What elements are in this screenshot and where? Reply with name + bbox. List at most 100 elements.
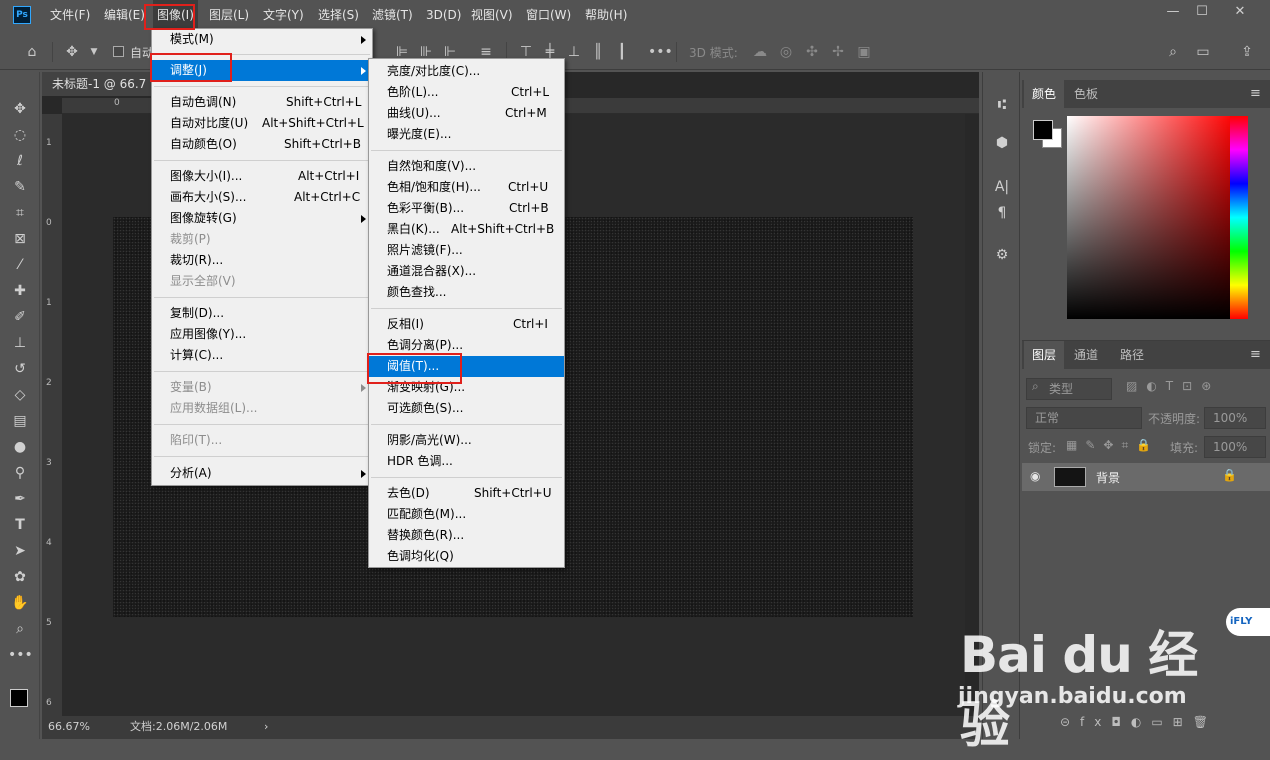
menu-edit[interactable]: 编辑(E)	[100, 0, 149, 30]
move-tool-icon[interactable]: ✥	[8, 98, 32, 120]
visibility-eye-icon[interactable]: ◉	[1030, 469, 1040, 483]
3d-scale-icon[interactable]: ▣	[854, 42, 874, 62]
pen-tool-icon[interactable]: ✒	[8, 488, 32, 510]
dodge-tool-icon[interactable]: ⚲	[8, 462, 32, 484]
menu-item-equalize[interactable]: 色调均化(Q)	[369, 546, 564, 567]
menu-3d[interactable]: 3D(D)	[422, 0, 465, 30]
menu-window[interactable]: 窗口(W)	[522, 0, 575, 30]
menu-item-replace-color[interactable]: 替换颜色(R)...	[369, 525, 564, 546]
menu-file[interactable]: 文件(F)	[46, 0, 94, 30]
workspace-icon[interactable]: ▭	[1193, 42, 1213, 62]
fill-input[interactable]: 100%	[1204, 436, 1266, 458]
menu-item-levels[interactable]: 色阶(L)... Ctrl+L	[369, 82, 564, 103]
color-field[interactable]	[1067, 116, 1235, 319]
3d-roll-icon[interactable]: ◎	[776, 42, 796, 62]
menu-item-vibrance[interactable]: 自然饱和度(V)...	[369, 156, 564, 177]
search-icon[interactable]: ⌕	[1163, 42, 1183, 62]
menu-item-mode[interactable]: 模式(M)	[152, 29, 372, 50]
lasso-tool-icon[interactable]: ℓ	[8, 150, 32, 172]
menu-item-trim[interactable]: 裁切(R)...	[152, 250, 372, 271]
minimize-icon[interactable]: —	[1161, 2, 1185, 22]
healing-tool-icon[interactable]: ✚	[8, 280, 32, 302]
paragraph-icon[interactable]: ¶	[991, 202, 1013, 224]
tab-color[interactable]: 颜色	[1024, 80, 1065, 108]
ruler-vertical[interactable]: 1 0 1 2 3 4 5 6	[42, 114, 62, 716]
type-tool-icon[interactable]: T	[8, 514, 32, 536]
3d-pan-icon[interactable]: ✣	[802, 42, 822, 62]
foreground-color-swatch[interactable]	[10, 689, 28, 707]
menu-item-channel-mixer[interactable]: 通道混合器(X)...	[369, 261, 564, 282]
lock-icons[interactable]: ▦✎✥⌗🔒	[1066, 438, 1159, 453]
zoom-tool-icon[interactable]: ⌕	[8, 618, 32, 640]
3d-icon[interactable]: ⬢	[991, 132, 1013, 154]
quick-select-tool-icon[interactable]: ✎	[8, 176, 32, 198]
more-options-icon[interactable]: •••	[648, 42, 673, 62]
history-brush-tool-icon[interactable]: ↺	[8, 358, 32, 380]
distribute-v-icon[interactable]: ║	[588, 42, 608, 62]
panel-menu-icon[interactable]: ≡	[1250, 347, 1261, 362]
align-bottom-icon[interactable]: ⊥	[564, 42, 584, 62]
menu-help[interactable]: 帮助(H)	[581, 0, 631, 30]
menu-item-brightness-contrast[interactable]: 亮度/对比度(C)...	[369, 61, 564, 82]
menu-item-auto-color[interactable]: 自动颜色(O) Shift+Ctrl+B	[152, 134, 372, 155]
tab-swatches[interactable]: 色板	[1066, 80, 1106, 108]
path-select-tool-icon[interactable]: ➤	[8, 540, 32, 562]
menu-item-hdr-toning[interactable]: HDR 色调...	[369, 451, 564, 472]
menu-filter[interactable]: 滤镜(T)	[368, 0, 417, 30]
layer-row[interactable]: ◉ 背景 🔒	[1022, 463, 1270, 491]
more-tools-icon[interactable]: •••	[8, 644, 33, 666]
menu-item-hue-saturation[interactable]: 色相/饱和度(H)... Ctrl+U	[369, 177, 564, 198]
tab-layers[interactable]: 图层	[1024, 341, 1065, 369]
properties-icon[interactable]: ⚙	[991, 244, 1013, 266]
opacity-input[interactable]: 100%	[1204, 407, 1266, 429]
hand-tool-icon[interactable]: ✋	[8, 592, 32, 614]
menu-layer[interactable]: 图层(L)	[205, 0, 253, 30]
menu-item-match-color[interactable]: 匹配颜色(M)...	[369, 504, 564, 525]
crop-tool-icon[interactable]: ⌗	[8, 202, 32, 224]
layer-actions-bar[interactable]: ⊝fx◘◐▭⊞🗑	[1060, 715, 1218, 729]
menu-item-apply-image[interactable]: 应用图像(Y)...	[152, 324, 372, 345]
menu-item-black-white[interactable]: 黑白(K)... Alt+Shift+Ctrl+B	[369, 219, 564, 240]
menu-item-auto-contrast[interactable]: 自动对比度(U) Alt+Shift+Ctrl+L	[152, 113, 372, 134]
history-icon[interactable]: ⑆	[991, 94, 1013, 116]
blur-tool-icon[interactable]: ●	[8, 436, 32, 458]
menu-item-calculations[interactable]: 计算(C)...	[152, 345, 372, 366]
menu-item-color-lookup[interactable]: 颜色查找...	[369, 282, 564, 303]
menu-item-auto-tone[interactable]: 自动色调(N) Shift+Ctrl+L	[152, 92, 372, 113]
marquee-tool-icon[interactable]: ◌	[8, 124, 32, 146]
eraser-tool-icon[interactable]: ◇	[8, 384, 32, 406]
layer-filter-kind[interactable]: 类型	[1026, 378, 1112, 400]
eyedropper-tool-icon[interactable]: ⁄	[8, 254, 32, 276]
tab-paths[interactable]: 路径	[1112, 341, 1152, 369]
layer-filter-icons[interactable]: ▨◐T⊡⊛	[1126, 379, 1220, 393]
menu-item-selective-color[interactable]: 可选颜色(S)...	[369, 398, 564, 419]
3d-orbit-icon[interactable]: ☁	[750, 42, 770, 62]
menu-item-image-rotation[interactable]: 图像旋转(G)	[152, 208, 372, 229]
frame-tool-icon[interactable]: ⊠	[8, 228, 32, 250]
menu-item-analysis[interactable]: 分析(A)	[152, 463, 372, 484]
menu-item-image-size[interactable]: 图像大小(I)... Alt+Ctrl+I	[152, 166, 372, 187]
menu-view[interactable]: 视图(V)	[467, 0, 517, 30]
restore-icon[interactable]: ☐	[1190, 2, 1214, 22]
home-icon[interactable]: ⌂	[22, 42, 42, 62]
menu-select[interactable]: 选择(S)	[314, 0, 363, 30]
character-icon[interactable]: A|	[991, 176, 1013, 198]
zoom-level[interactable]: 66.67%	[48, 717, 90, 737]
hue-slider[interactable]	[1230, 116, 1248, 319]
menu-item-shadows-highlights[interactable]: 阴影/高光(W)...	[369, 430, 564, 451]
chevron-down-icon[interactable]: ▼	[84, 42, 104, 62]
menu-item-photo-filter[interactable]: 照片滤镜(F)...	[369, 240, 564, 261]
menu-item-color-balance[interactable]: 色彩平衡(B)... Ctrl+B	[369, 198, 564, 219]
chevron-right-icon[interactable]: ›	[264, 717, 268, 737]
menu-item-curves[interactable]: 曲线(U)... Ctrl+M	[369, 103, 564, 124]
move-tool-icon[interactable]: ✥	[62, 42, 82, 62]
foreground-color-swatch[interactable]	[1033, 120, 1053, 140]
menu-type[interactable]: 文字(Y)	[259, 0, 308, 30]
menu-item-desaturate[interactable]: 去色(D) Shift+Ctrl+U	[369, 483, 564, 504]
gradient-tool-icon[interactable]: ▤	[8, 410, 32, 432]
close-icon[interactable]: ✕	[1228, 2, 1252, 22]
auto-select-checkbox[interactable]	[113, 46, 124, 57]
3d-slide-icon[interactable]: ✢	[828, 42, 848, 62]
shape-tool-icon[interactable]: ✿	[8, 566, 32, 588]
blend-mode-select[interactable]: 正常	[1026, 407, 1142, 429]
